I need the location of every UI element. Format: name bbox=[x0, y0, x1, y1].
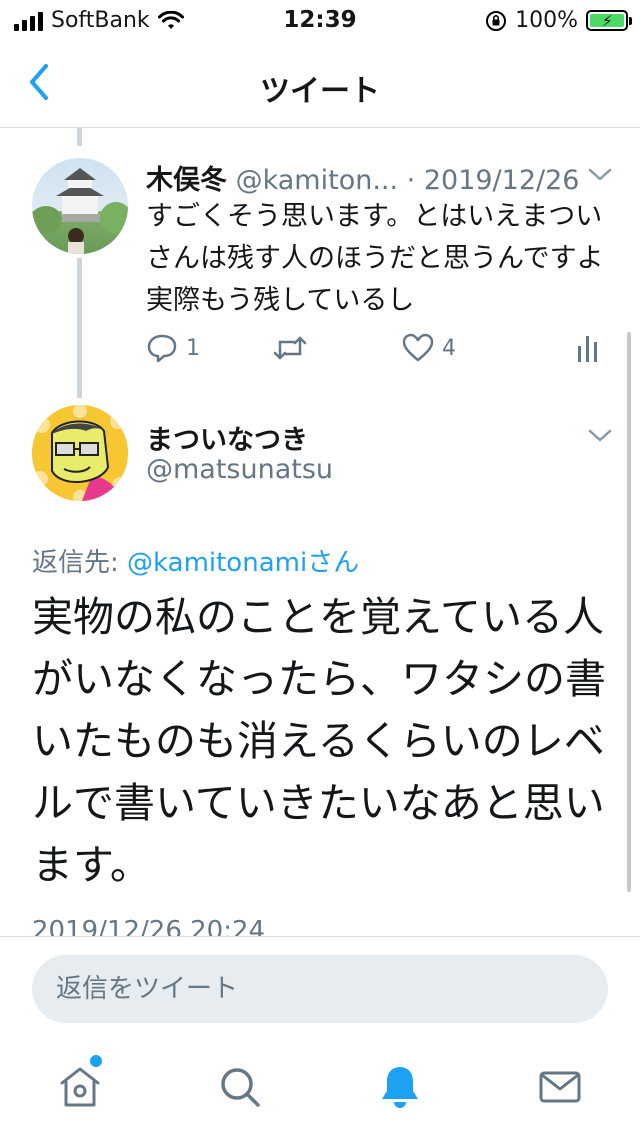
reply-to-mention[interactable]: @kamitonami bbox=[127, 548, 307, 578]
tweet-actions: 1 4 bbox=[146, 330, 606, 366]
reply-composer bbox=[0, 936, 640, 1041]
reply-input[interactable] bbox=[32, 955, 608, 1023]
author-name[interactable]: まついなつき bbox=[146, 418, 308, 457]
reply-to-line: 返信先: @kamitonamiさん bbox=[32, 542, 359, 579]
tweet-options-button[interactable] bbox=[586, 427, 614, 445]
notifications-icon bbox=[382, 1067, 418, 1108]
home-icon bbox=[60, 1067, 100, 1107]
reply-icon bbox=[147, 334, 177, 363]
tab-messages[interactable] bbox=[536, 1063, 584, 1111]
page-title: ツイート bbox=[260, 74, 380, 109]
reply-to-suffix[interactable]: さん bbox=[307, 548, 359, 578]
author-handle[interactable]: @matsunatsu bbox=[146, 454, 333, 485]
search-icon bbox=[221, 1068, 260, 1107]
thread-line-top bbox=[77, 128, 82, 146]
battery-percent: 100% bbox=[515, 8, 578, 33]
like-count: 4 bbox=[442, 335, 456, 361]
tab-notifications[interactable] bbox=[376, 1063, 424, 1111]
scroll-indicator bbox=[627, 332, 631, 892]
like-button[interactable]: 4 bbox=[402, 330, 456, 366]
reply-count: 1 bbox=[186, 335, 200, 361]
home-notification-dot bbox=[90, 1055, 102, 1067]
castle-photo bbox=[32, 168, 128, 254]
battery-icon: ⚡ bbox=[586, 10, 632, 31]
tweet-date[interactable]: · 2019/12/26 bbox=[407, 165, 580, 196]
avatar-matsunatsu[interactable] bbox=[32, 405, 128, 501]
illustrated-face bbox=[32, 405, 128, 501]
tab-home[interactable] bbox=[56, 1063, 104, 1111]
chevron-down-icon bbox=[588, 429, 612, 442]
parent-tweet-text: すごくそう思います。とはいえまついさんは残す人のほうだと思うんですよ 実際もう残… bbox=[146, 201, 631, 316]
author-handle[interactable]: @kamiton... bbox=[236, 165, 398, 196]
retweet-button[interactable] bbox=[272, 330, 308, 366]
avatar-kamitonami[interactable] bbox=[32, 158, 128, 254]
tab-search[interactable] bbox=[216, 1063, 264, 1111]
like-icon bbox=[402, 333, 434, 362]
analytics-button[interactable] bbox=[576, 330, 600, 366]
author-name[interactable]: 木俣冬 bbox=[146, 165, 227, 196]
tweet-options-button[interactable] bbox=[586, 166, 614, 184]
nav-header: ツイート bbox=[0, 40, 640, 128]
reply-to-label: 返信先: bbox=[32, 548, 128, 578]
reply-button[interactable]: 1 bbox=[146, 330, 200, 366]
timestamp-container: 2019/12/26 20:24 bbox=[32, 910, 632, 936]
status-right: 100% ⚡ bbox=[485, 8, 632, 33]
retweet-icon bbox=[273, 336, 307, 360]
main-tweet-text: 実物の私のことを覚えている人がいなくなったら、ワタシの書いたものも消えるくらいの… bbox=[32, 593, 606, 889]
status-bar: SoftBank 12:39 100% ⚡ bbox=[0, 0, 640, 40]
thread-line bbox=[77, 258, 82, 398]
parent-tweet-header: 木俣冬 @kamiton... · 2019/12/26 bbox=[146, 158, 579, 197]
tweet-timestamp: 2019/12/26 20:24 bbox=[32, 916, 266, 936]
orientation-lock-icon bbox=[486, 10, 507, 31]
analytics-icon bbox=[578, 336, 597, 362]
chevron-down-icon bbox=[588, 168, 612, 181]
messages-icon bbox=[539, 1071, 581, 1103]
